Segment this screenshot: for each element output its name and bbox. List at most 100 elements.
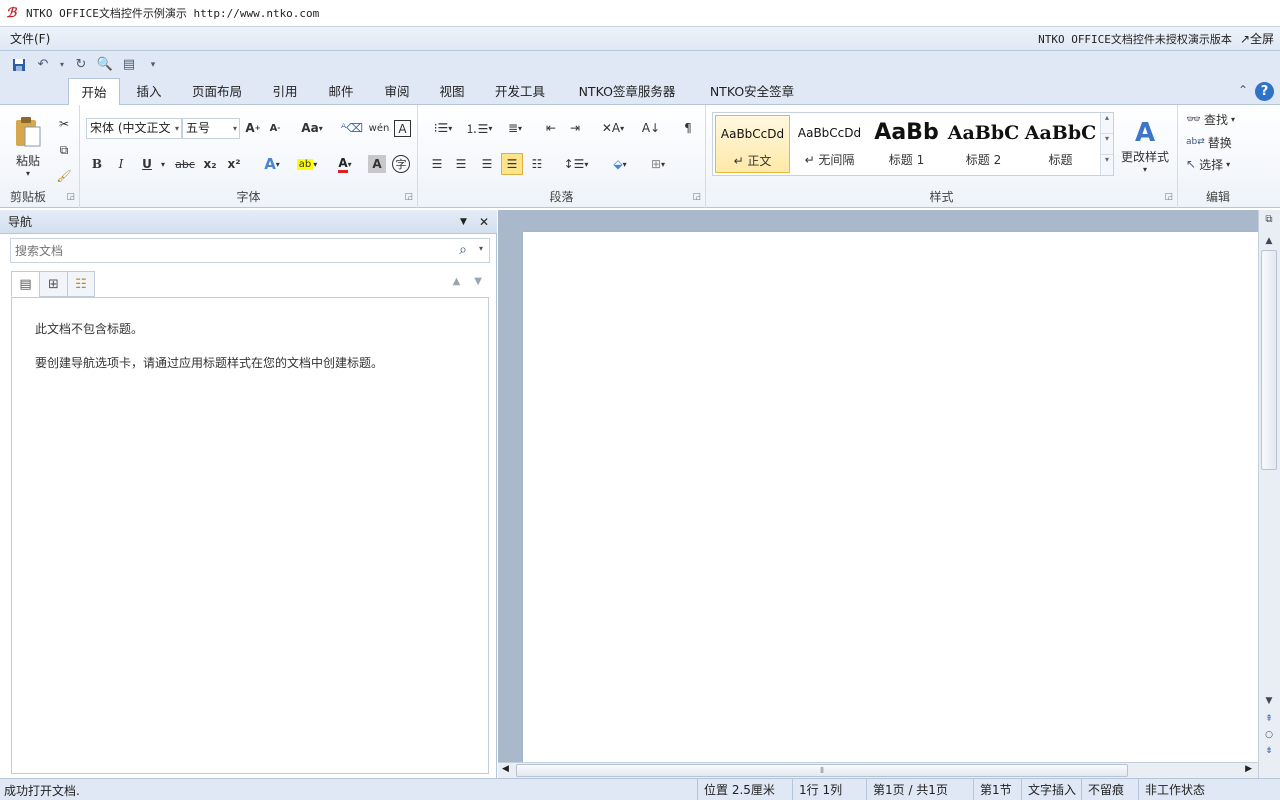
vertical-scrollbar[interactable]: ⧉ ▲ ▼ ⇞ ○ ⇟: [1258, 210, 1280, 778]
replace-button[interactable]: ab⇄ 替换: [1186, 131, 1256, 153]
find-button[interactable]: 👓 查找 ▾: [1186, 108, 1256, 130]
vertical-scroll-thumb[interactable]: [1261, 250, 1277, 470]
style-heading-2[interactable]: AaBbC 标题 2: [946, 115, 1021, 173]
bold-button[interactable]: B: [88, 153, 106, 175]
search-options-icon[interactable]: ▾: [479, 244, 483, 253]
tab-view[interactable]: 视图: [429, 78, 475, 105]
highlight-color-icon[interactable]: ab ▾: [292, 153, 322, 175]
underline-dropdown-icon[interactable]: ▾: [158, 153, 168, 175]
align-right-icon[interactable]: ☰: [476, 153, 498, 175]
tab-page-layout[interactable]: 页面布局: [184, 78, 250, 105]
font-launcher-icon[interactable]: ◲: [404, 192, 413, 202]
nav-tab-results-icon[interactable]: ☷: [67, 271, 95, 297]
undo-icon[interactable]: ↶: [34, 56, 52, 74]
shading-icon[interactable]: ⬙ ▾: [604, 153, 636, 175]
save-icon[interactable]: [10, 56, 28, 74]
collapse-ribbon-icon[interactable]: ⌃: [1238, 83, 1248, 97]
font-name-combo[interactable]: 宋体 (中文正文 ▾: [86, 118, 182, 139]
nav-tab-pages-icon[interactable]: ⊞: [39, 271, 67, 297]
gallery-more-icon[interactable]: ▾: [1100, 154, 1113, 175]
nav-search-input[interactable]: [11, 239, 431, 262]
fullscreen-button[interactable]: ↗全屏: [1240, 30, 1274, 47]
styles-launcher-icon[interactable]: ◲: [1164, 192, 1173, 202]
tab-references[interactable]: 引用: [262, 78, 308, 105]
character-shading-icon[interactable]: A: [368, 155, 386, 173]
style-title[interactable]: AaBbC 标题: [1023, 115, 1098, 173]
borders-icon[interactable]: ⊞ ▾: [642, 153, 674, 175]
shrink-font-icon[interactable]: A-: [266, 117, 284, 139]
style-normal[interactable]: AaBbCcDd ↵ 正文: [715, 115, 790, 173]
copy-icon[interactable]: ⧉: [54, 139, 74, 161]
scroll-right-icon[interactable]: ▶: [1245, 764, 1252, 774]
tab-ntko-secure-signature[interactable]: NTKO安全签章: [702, 78, 802, 105]
chinese-layout-icon[interactable]: ✕A ▾: [596, 117, 630, 139]
align-center-icon[interactable]: ☰: [450, 153, 472, 175]
previous-page-icon[interactable]: ⇞: [1259, 714, 1279, 724]
tab-developer[interactable]: 开发工具: [488, 78, 552, 105]
sort-icon[interactable]: A↓: [640, 117, 662, 139]
text-effects-icon[interactable]: A ▾: [260, 153, 284, 175]
redo-icon[interactable]: ↻: [72, 56, 90, 74]
bullets-icon[interactable]: ⁝☰ ▾: [426, 117, 460, 139]
paste-button[interactable]: 粘贴 ▾: [8, 109, 48, 185]
ruler-toggle-icon[interactable]: ⧉: [1259, 214, 1279, 225]
grow-font-icon[interactable]: A +: [244, 117, 262, 139]
tab-home[interactable]: 开始: [68, 78, 120, 106]
numbering-icon[interactable]: ⒈☰ ▾: [462, 117, 496, 139]
scroll-down-icon[interactable]: ▼: [1259, 696, 1279, 706]
horizontal-scrollbar[interactable]: ◀ ⦀ ▶: [498, 762, 1258, 778]
undo-dropdown-icon[interactable]: ▾: [58, 56, 66, 74]
gallery-scroll-up-icon[interactable]: ▴: [1100, 113, 1113, 133]
distributed-icon[interactable]: ☷: [526, 153, 548, 175]
font-color-icon[interactable]: A ▾: [330, 153, 360, 175]
customize-toolbar-icon[interactable]: ▾: [144, 56, 162, 74]
select-button[interactable]: ↖ 选择 ▾: [1186, 153, 1256, 175]
show-marks-icon[interactable]: ¶: [678, 117, 698, 139]
clear-format-icon[interactable]: ᴬ⌫: [341, 117, 363, 139]
search-icon[interactable]: ⌕: [459, 242, 467, 258]
change-case-button[interactable]: Aa ▾: [298, 117, 326, 139]
phonetic-guide-icon[interactable]: wén: [368, 117, 390, 139]
nav-prev-icon[interactable]: ▲: [453, 276, 461, 287]
horizontal-scroll-thumb[interactable]: ⦀: [516, 764, 1128, 777]
gallery-scroll-down-icon[interactable]: ▾: [1100, 133, 1113, 154]
clipboard-launcher-icon[interactable]: ◲: [66, 192, 75, 202]
nav-menu-icon[interactable]: ▼: [460, 210, 467, 234]
align-left-icon[interactable]: ☰: [426, 153, 448, 175]
tab-insert[interactable]: 插入: [126, 78, 172, 105]
nav-tab-headings-icon[interactable]: ▤: [11, 271, 39, 297]
help-icon[interactable]: ?: [1255, 82, 1274, 101]
print-preview-icon[interactable]: 🔍: [96, 56, 114, 74]
underline-button[interactable]: U: [138, 153, 156, 175]
italic-button[interactable]: I: [112, 153, 130, 175]
subscript-button[interactable]: x₂: [200, 153, 220, 175]
scroll-up-icon[interactable]: ▲: [1259, 236, 1279, 246]
print-icon[interactable]: ▤: [120, 56, 138, 74]
superscript-button[interactable]: x²: [224, 153, 244, 175]
nav-close-icon[interactable]: ✕: [479, 210, 489, 234]
style-no-spacing[interactable]: AaBbCcDd ↵ 无间隔: [792, 115, 867, 173]
justify-icon[interactable]: ☰: [501, 153, 523, 175]
decrease-indent-icon[interactable]: ⇤: [540, 117, 562, 139]
paragraph-launcher-icon[interactable]: ◲: [692, 192, 701, 202]
character-border-icon[interactable]: A: [394, 120, 411, 137]
format-painter-icon[interactable]: 🖌: [54, 165, 74, 187]
tab-ntko-signature-server[interactable]: NTKO签章服务器: [570, 78, 684, 105]
style-heading-1[interactable]: AaBb 标题 1: [869, 115, 944, 173]
enclose-characters-icon[interactable]: 字: [392, 155, 410, 173]
document-page[interactable]: [523, 232, 1258, 762]
file-menu[interactable]: 文件(F): [10, 30, 50, 47]
strikethrough-button[interactable]: abc: [174, 153, 196, 175]
multilevel-list-icon[interactable]: ≣ ▾: [498, 117, 532, 139]
next-page-icon[interactable]: ⇟: [1259, 746, 1279, 756]
line-spacing-icon[interactable]: ↕☰ ▾: [560, 153, 592, 175]
font-size-combo[interactable]: 五号 ▾: [182, 118, 240, 139]
nav-next-icon[interactable]: ▼: [474, 276, 482, 287]
browse-object-icon[interactable]: ○: [1259, 730, 1279, 740]
tab-review[interactable]: 审阅: [374, 78, 420, 105]
increase-indent-icon[interactable]: ⇥: [564, 117, 586, 139]
cut-icon[interactable]: ✂: [54, 113, 74, 135]
change-styles-button[interactable]: A 更改样式 ▾: [1118, 111, 1172, 181]
scroll-left-icon[interactable]: ◀: [502, 764, 509, 774]
tab-mailings[interactable]: 邮件: [318, 78, 364, 105]
